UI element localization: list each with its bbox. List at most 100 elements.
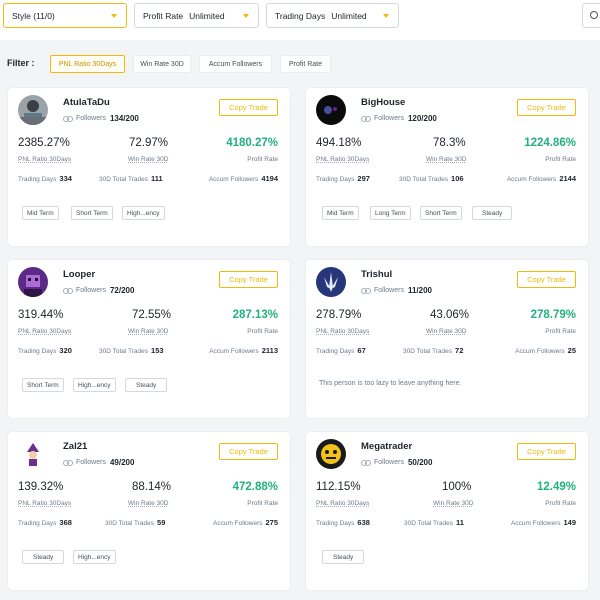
followers-label: Followers xyxy=(374,115,404,122)
style-tag: Steady xyxy=(22,550,65,564)
profit-rate-value: 12.49% xyxy=(536,481,576,493)
pnl-label: PNL Ratio 30Days xyxy=(316,156,370,163)
style-tag: Mid Term xyxy=(322,206,359,220)
accum-followers-label: Accum Followers xyxy=(213,520,263,527)
followers-value: 72/200 xyxy=(109,286,135,295)
trading-days-label: Trading Days xyxy=(18,348,57,355)
total-trades-stat: 30D Total Trades 59 xyxy=(105,518,165,527)
followers-count: Followers 120/200 xyxy=(361,114,437,123)
style-tag: Short Term xyxy=(71,206,113,220)
accum-followers-stat: Accum Followers 149 xyxy=(511,518,576,527)
win-rate-value: 72.97% xyxy=(129,137,169,149)
trader-name[interactable]: Megatrader xyxy=(361,441,412,452)
style-tag: High...ency xyxy=(122,206,165,220)
chip-profit-rate[interactable]: Profit Rate xyxy=(280,55,331,73)
chevron-down-icon xyxy=(111,14,117,18)
profit-rate-label: Profit Rate xyxy=(545,156,576,163)
trader-card[interactable]: AtulaTaDu Followers 134/200 Copy Trade 2… xyxy=(8,88,290,246)
pnl-label: PNL Ratio 30Days xyxy=(18,500,72,507)
followers-value: 50/200 xyxy=(407,458,433,467)
style-dropdown-label: Style (11/0) xyxy=(12,10,55,21)
followers-label: Followers xyxy=(76,115,106,122)
accum-followers-stat: Accum Followers 2144 xyxy=(507,174,576,183)
profit-rate-label: Profit Rate xyxy=(545,500,576,507)
trader-card[interactable]: Megatrader Followers 50/200 Copy Trade 1… xyxy=(306,432,588,590)
copy-trade-button[interactable]: Copy Trade xyxy=(517,271,576,288)
profit-rate-dropdown-value: Unlimited xyxy=(189,10,225,21)
trading-days-value: 334 xyxy=(59,174,72,183)
pnl-label: PNL Ratio 30Days xyxy=(316,500,370,507)
trading-days-value: 67 xyxy=(357,346,366,355)
trading-days-stat: Trading Days 297 xyxy=(316,174,370,183)
copy-trade-button[interactable]: Copy Trade xyxy=(517,443,576,460)
profit-rate-dropdown-label: Profit Rate xyxy=(143,10,184,21)
followers-count: Followers 72/200 xyxy=(63,286,134,295)
avatar xyxy=(18,95,48,125)
copy-trade-button[interactable]: Copy Trade xyxy=(219,271,278,288)
trader-card[interactable]: Trishul Followers 11/200 Copy Trade 278.… xyxy=(306,260,588,418)
win-rate-label: Win Rate 30D xyxy=(128,500,169,507)
trader-card[interactable]: BigHouse Followers 120/200 Copy Trade 49… xyxy=(306,88,588,246)
users-icon xyxy=(63,287,73,294)
trading-days-label: Trading Days xyxy=(316,176,355,183)
trading-days-value: 368 xyxy=(59,518,72,527)
win-rate-label: Win Rate 30D xyxy=(128,328,169,335)
avatar xyxy=(316,95,346,125)
trading-days-value: 320 xyxy=(59,346,72,355)
win-rate-label: Win Rate 30D xyxy=(426,328,467,335)
total-trades-label: 30D Total Trades xyxy=(399,176,449,183)
style-tag: Mid Term xyxy=(22,206,59,220)
copy-trade-button[interactable]: Copy Trade xyxy=(219,99,278,116)
profit-rate-value: 1224.86% xyxy=(524,137,576,149)
chip-win-rate[interactable]: Win Rate 30D xyxy=(133,55,191,73)
accum-followers-label: Accum Followers xyxy=(511,520,561,527)
profit-rate-value: 278.79% xyxy=(530,309,576,321)
search-button[interactable] xyxy=(582,3,600,28)
trader-name[interactable]: BigHouse xyxy=(361,97,405,108)
style-tag: Steady xyxy=(322,550,365,564)
users-icon xyxy=(361,459,371,466)
style-tag: Steady xyxy=(472,206,513,220)
trading-days-stat: Trading Days 320 xyxy=(18,346,72,355)
win-rate-value: 78.3% xyxy=(433,137,466,149)
copy-trade-button[interactable]: Copy Trade xyxy=(517,99,576,116)
trading-days-stat: Trading Days 67 xyxy=(316,346,366,355)
trading-days-dropdown[interactable]: Trading Days Unlimited xyxy=(266,3,399,28)
total-trades-stat: 30D Total Trades 72 xyxy=(403,346,463,355)
copy-trade-button[interactable]: Copy Trade xyxy=(219,443,278,460)
win-rate-label: Win Rate 30D xyxy=(433,500,474,507)
trader-name[interactable]: Looper xyxy=(63,269,95,280)
pnl-label: PNL Ratio 30Days xyxy=(316,328,370,335)
pnl-value: 139.32% xyxy=(18,481,64,493)
style-tag: High...ency xyxy=(73,550,116,564)
followers-count: Followers 50/200 xyxy=(361,458,432,467)
accum-followers-value: 2113 xyxy=(261,346,278,355)
style-tag: Steady xyxy=(125,378,168,392)
trader-card[interactable]: Looper Followers 72/200 Copy Trade 319.4… xyxy=(8,260,290,418)
avatar xyxy=(18,267,48,297)
chip-accum-followers[interactable]: Accum Followers xyxy=(199,55,272,73)
users-icon xyxy=(361,287,371,294)
total-trades-stat: 30D Total Trades 11 xyxy=(404,518,464,527)
style-dropdown[interactable]: Style (11/0) xyxy=(3,3,127,28)
trading-days-label: Trading Days xyxy=(18,520,57,527)
trader-name[interactable]: AtulaTaDu xyxy=(63,97,110,108)
sort-filter-row: Filter : PNL Ratio 30Days Win Rate 30D A… xyxy=(0,48,600,82)
accum-followers-label: Accum Followers xyxy=(506,176,557,183)
style-tag: Short Term xyxy=(22,378,64,392)
pnl-label: PNL Ratio 30Days xyxy=(18,156,72,163)
total-trades-label: 30D Total Trades xyxy=(404,520,454,527)
followers-label: Followers xyxy=(374,287,404,294)
followers-count: Followers 49/200 xyxy=(63,458,134,467)
trading-days-stat: Trading Days 368 xyxy=(18,518,72,527)
trader-name[interactable]: Trishul xyxy=(361,269,392,280)
chip-pnl-ratio[interactable]: PNL Ratio 30Days xyxy=(50,55,125,73)
accum-followers-label: Accum Followers xyxy=(209,348,259,355)
accum-followers-value: 4194 xyxy=(261,174,278,183)
trader-name[interactable]: Zal21 xyxy=(63,441,87,452)
accum-followers-label: Accum Followers xyxy=(208,176,259,183)
trader-card[interactable]: Zal21 Followers 49/200 Copy Trade 139.32… xyxy=(8,432,290,590)
pnl-value: 494.18% xyxy=(316,137,362,149)
profit-rate-dropdown[interactable]: Profit Rate Unlimited xyxy=(134,3,259,28)
followers-value: 120/200 xyxy=(407,114,437,123)
